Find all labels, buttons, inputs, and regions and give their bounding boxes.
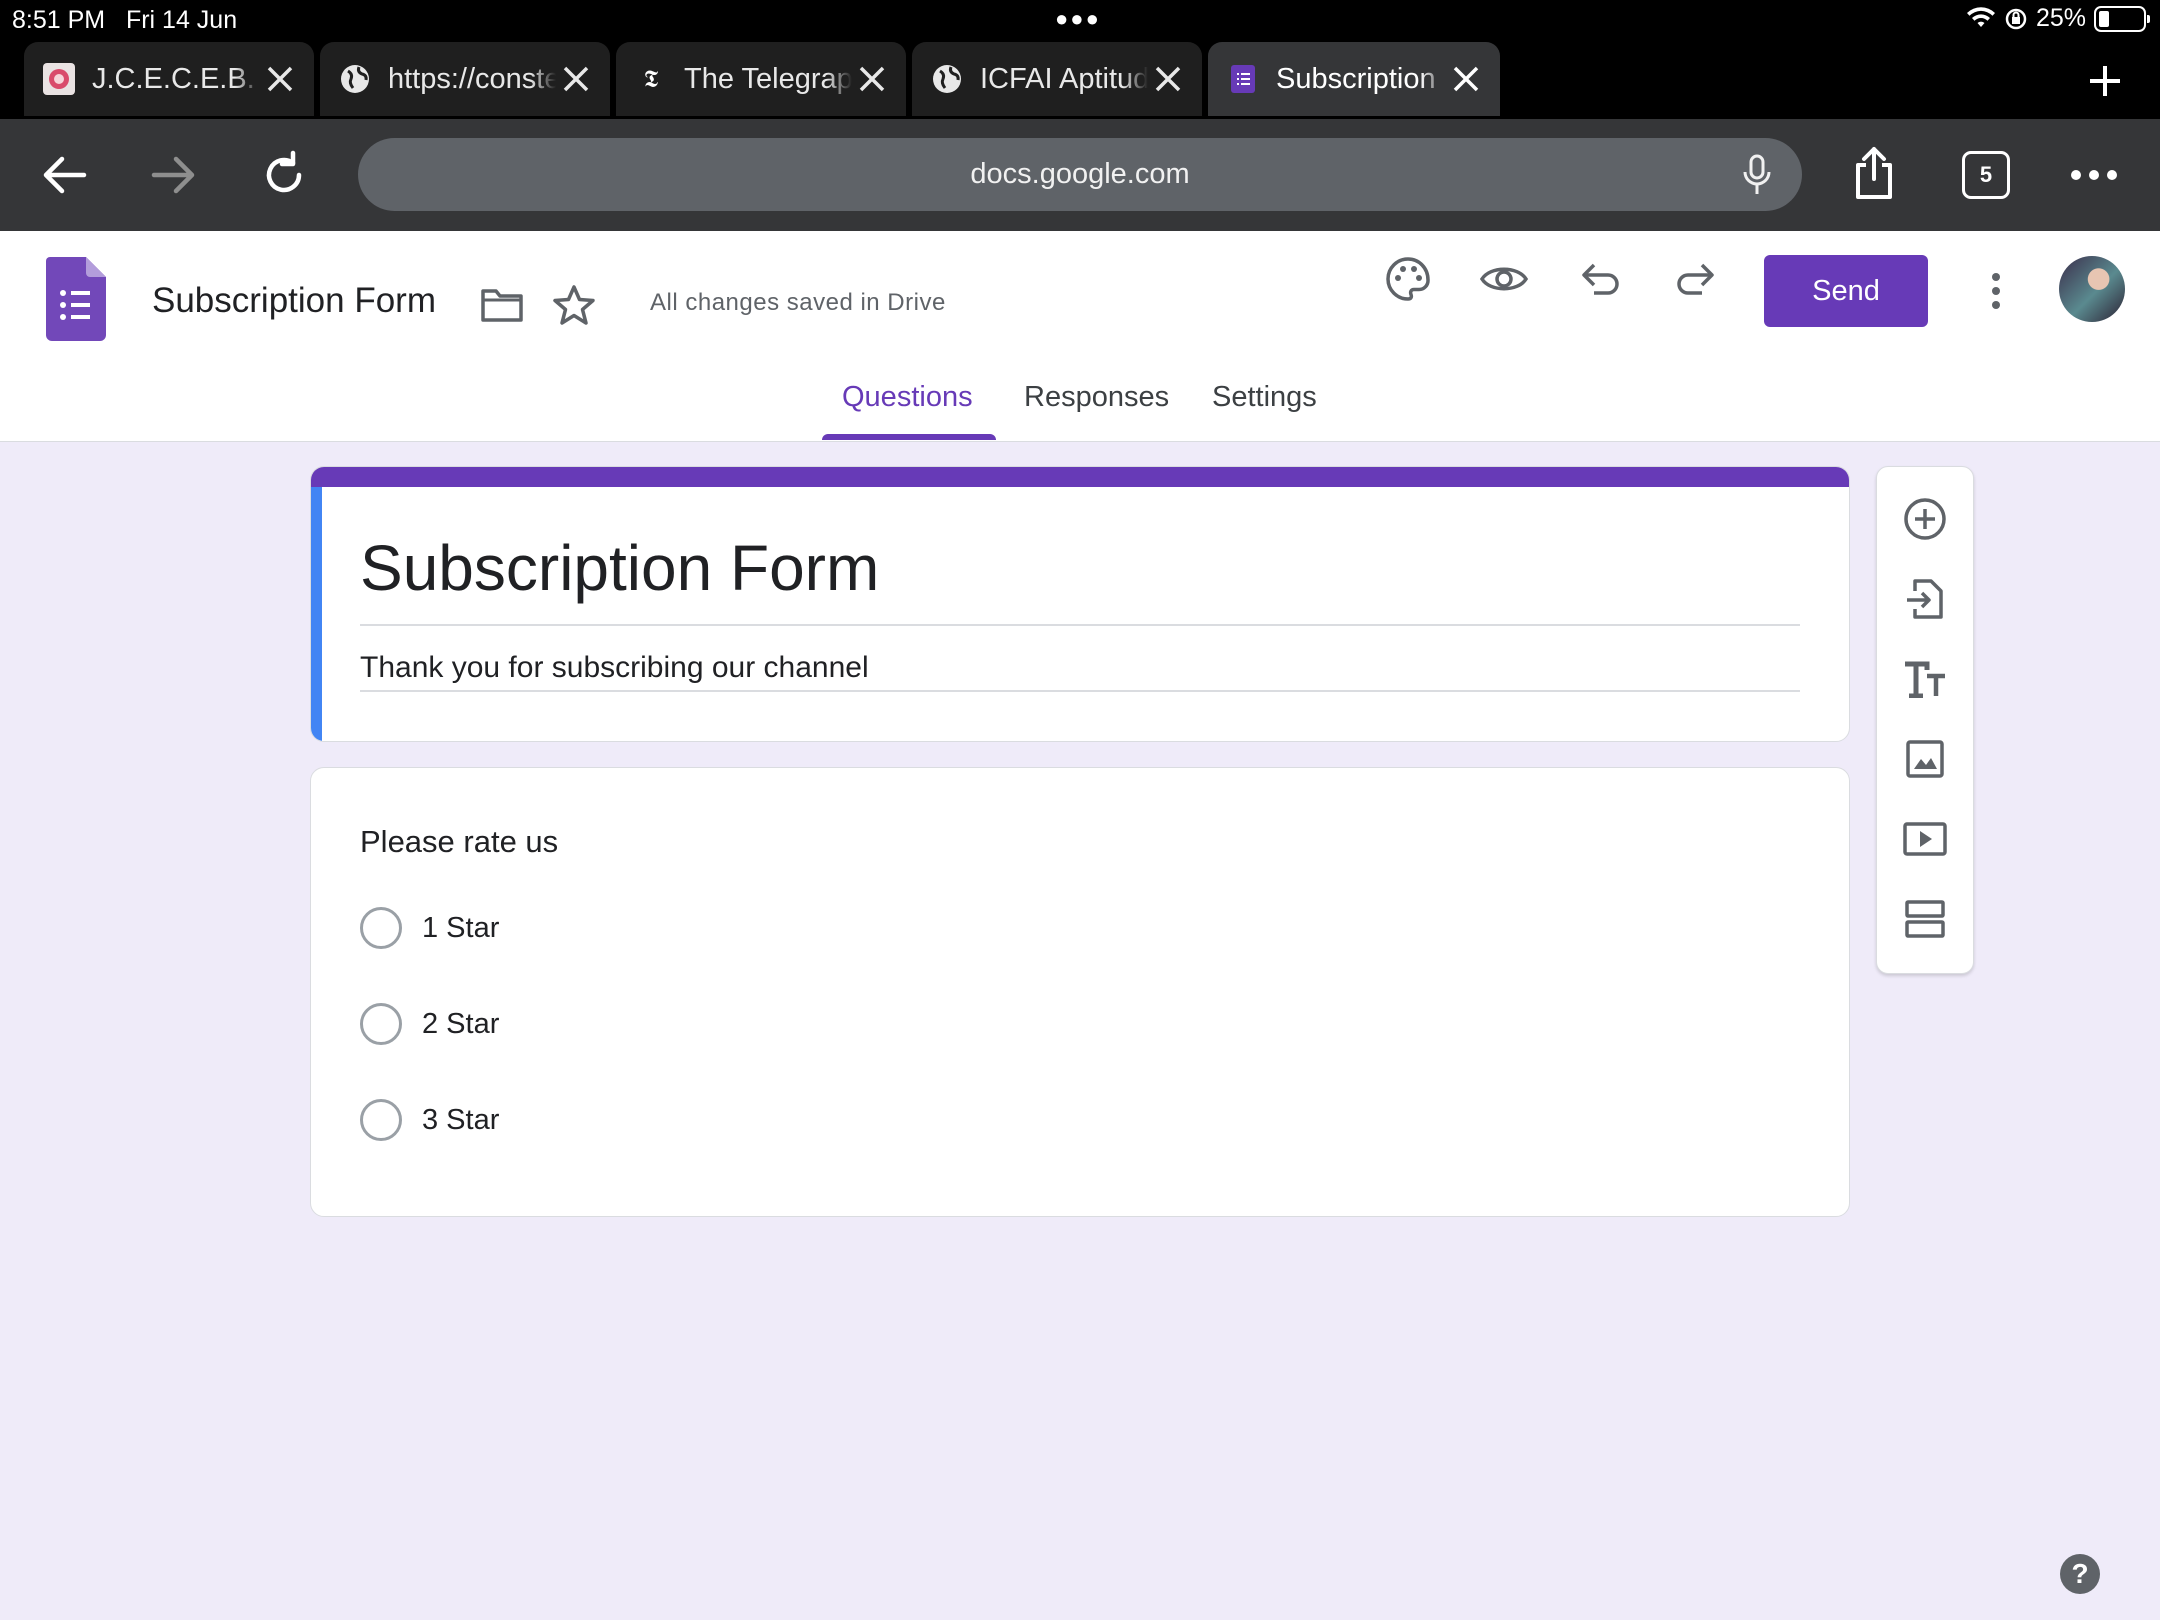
selected-card-indicator (311, 487, 322, 741)
undo-icon[interactable] (1572, 251, 1628, 307)
telegraph-favicon: 𝕿 (643, 65, 659, 93)
new-tab-icon[interactable] (2080, 56, 2130, 106)
option-item[interactable]: 2 Star (360, 1003, 499, 1045)
close-tab-icon[interactable] (852, 59, 892, 99)
browser-tab-strip: J.C.E.C.E.B. || Result https://constella… (0, 40, 2160, 119)
help-icon[interactable]: ? (2060, 1554, 2100, 1594)
tab-questions[interactable]: Questions (842, 381, 973, 414)
browser-tab-telegraph[interactable]: 𝕿 The Telegraph - Telegraph India (616, 42, 906, 116)
add-question-icon[interactable] (1897, 491, 1953, 547)
option-label: 3 Star (422, 1103, 500, 1136)
browser-tab-icfai[interactable]: ICFAI Aptitude Test Result (912, 42, 1202, 116)
browser-tab-constellation[interactable]: https://constellationtrends (320, 42, 610, 116)
redo-icon[interactable] (1668, 251, 1724, 307)
globe-icon (930, 62, 964, 96)
forward-icon[interactable] (142, 143, 206, 207)
radio-button[interactable] (360, 907, 402, 949)
divider (360, 624, 1800, 626)
more-vert-icon[interactable] (1968, 263, 2024, 319)
save-status: All changes saved in Drive (650, 289, 946, 316)
wifi-icon (1966, 6, 1995, 27)
divider (360, 690, 1800, 692)
browser-toolbar: docs.google.com 5 (0, 119, 2160, 231)
add-image-icon[interactable] (1897, 731, 1953, 787)
form-title-input[interactable]: Subscription Form (360, 531, 879, 605)
question-title[interactable]: Please rate us (360, 824, 558, 860)
question-card[interactable]: Please rate us 1 Star 2 Star 3 Star (310, 767, 1850, 1217)
avatar[interactable] (2059, 256, 2125, 322)
multitask-dots[interactable]: ●●● (1055, 6, 1101, 32)
url-text: docs.google.com (970, 158, 1190, 190)
battery-percent: 25% (2035, 4, 2086, 32)
browser-tab-subscription-form[interactable]: Subscription Form - Google Forms (1208, 42, 1500, 116)
status-bar: 8:51 PM Fri 14 Jun ●●● 25% (0, 0, 2160, 40)
google-forms-logo[interactable] (46, 257, 106, 346)
import-questions-icon[interactable] (1897, 571, 1953, 627)
option-label: 2 Star (422, 1007, 500, 1040)
preview-eye-icon[interactable] (1476, 251, 1532, 307)
folder-icon[interactable] (474, 277, 530, 333)
forms-header: Subscription Form All changes saved in D… (0, 231, 2160, 442)
jceceb-favicon (42, 62, 76, 96)
browser-tab-jceceb[interactable]: J.C.E.C.E.B. || Result (24, 42, 314, 116)
palette-icon[interactable] (1380, 251, 1436, 307)
option-label: 1 Star (422, 911, 500, 944)
form-title-card[interactable]: Subscription Form Thank you for subscrib… (310, 466, 1850, 742)
form-description-input[interactable]: Thank you for subscribing our channel (360, 651, 869, 685)
close-tab-icon[interactable] (1148, 59, 1188, 99)
add-section-icon[interactable] (1897, 891, 1953, 947)
star-icon[interactable] (546, 277, 602, 333)
forms-favicon (1226, 62, 1260, 96)
option-item[interactable]: 1 Star (360, 907, 499, 949)
more-options-icon[interactable] (2062, 143, 2126, 207)
close-tab-icon[interactable] (556, 59, 596, 99)
option-item[interactable]: 3 Star (360, 1099, 499, 1141)
close-tab-icon[interactable] (260, 59, 300, 99)
floating-toolbar (1876, 466, 1974, 974)
add-video-icon[interactable] (1897, 811, 1953, 867)
back-icon[interactable] (32, 143, 96, 207)
close-tab-icon[interactable] (1446, 59, 1486, 99)
tab-responses[interactable]: Responses (1024, 381, 1169, 414)
send-button[interactable]: Send (1764, 255, 1928, 327)
radio-button[interactable] (360, 1099, 402, 1141)
status-indicators: 25% (1966, 4, 2150, 33)
theme-accent-bar (311, 467, 1849, 487)
reload-icon[interactable] (252, 143, 316, 207)
document-title[interactable]: Subscription Form (152, 281, 436, 321)
microphone-icon[interactable] (1740, 154, 1774, 204)
orientation-lock-icon (2005, 8, 2027, 29)
share-icon[interactable] (1842, 141, 1906, 205)
tab-settings[interactable]: Settings (1212, 381, 1317, 414)
globe-icon (338, 62, 372, 96)
active-tab-indicator (822, 434, 996, 440)
tab-switcher-button[interactable]: 5 (1962, 151, 2010, 199)
add-title-icon[interactable] (1897, 651, 1953, 707)
address-bar[interactable]: docs.google.com (358, 138, 1802, 211)
battery-icon (2094, 5, 2150, 32)
radio-button[interactable] (360, 1003, 402, 1045)
status-time: 8:51 PM Fri 14 Jun (12, 6, 238, 34)
